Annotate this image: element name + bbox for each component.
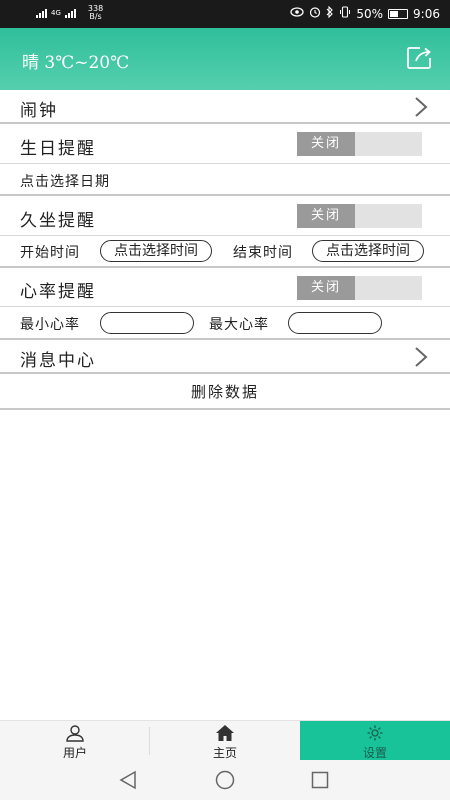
recents-icon[interactable] — [311, 770, 329, 790]
sedentary-toggle-label: 关闭 — [297, 204, 355, 228]
net-speed: 338 B/s — [88, 5, 103, 21]
status-right: 50% 9:06 — [290, 5, 440, 21]
battery-percent: 50% — [356, 6, 384, 21]
birthday-date-prompt: 点击选择日期 — [20, 174, 110, 190]
tab-settings[interactable]: 设置 — [300, 721, 450, 761]
tab-user-label: 用户 — [62, 746, 87, 760]
sedentary-title: 久坐提醒 — [20, 211, 96, 231]
back-icon[interactable] — [118, 770, 138, 790]
tab-home-label: 主页 — [212, 746, 237, 760]
share-icon[interactable] — [406, 46, 432, 70]
birthday-date-row[interactable]: 点击选择日期 — [0, 164, 450, 196]
delete-data-button[interactable]: 删除数据 — [0, 374, 450, 410]
weather-text: 晴 3℃~20℃ — [22, 53, 130, 73]
start-time-picker[interactable]: 点击选择时间 — [100, 240, 212, 262]
end-time-picker[interactable]: 点击选择时间 — [312, 240, 424, 262]
sedentary-time-row: 开始时间 点击选择时间 结束时间 点击选择时间 — [0, 236, 450, 268]
alarm-row[interactable]: 闹钟 — [0, 90, 450, 124]
net-speed-unit: B/s — [89, 12, 102, 21]
tab-settings-label: 设置 — [362, 746, 387, 760]
max-heart-rate-input[interactable] — [288, 312, 382, 334]
signal-icon — [36, 8, 47, 18]
app-header: 晴 3℃~20℃ — [0, 28, 450, 90]
status-bar: 4G 338 B/s 50% 9:06 — [0, 0, 450, 28]
sim-label: 4G — [51, 9, 61, 17]
eye-icon — [290, 7, 305, 20]
birthday-toggle-label: 关闭 — [297, 132, 355, 156]
alarm-clock-icon — [309, 6, 321, 21]
birthday-row: 生日提醒 关闭 — [0, 126, 450, 164]
vibrate-icon — [339, 6, 351, 21]
bluetooth-icon — [326, 5, 334, 21]
heart-rate-toggle[interactable]: 关闭 — [297, 276, 422, 300]
heart-rate-row: 心率提醒 关闭 — [0, 270, 450, 307]
status-left: 4G 338 B/s — [36, 5, 103, 21]
signal-icon-2 — [64, 8, 76, 18]
sedentary-toggle[interactable]: 关闭 — [297, 204, 422, 228]
chevron-right-icon — [415, 347, 428, 367]
min-heart-rate-label: 最小心率 — [20, 317, 80, 333]
gear-icon — [367, 725, 383, 741]
max-heart-rate-label: 最大心率 — [209, 317, 269, 333]
system-nav-bar — [0, 760, 450, 800]
message-center-title: 消息中心 — [20, 351, 96, 371]
end-time-label: 结束时间 — [233, 245, 293, 261]
bottom-tab-bar: 用户 主页 设置 — [0, 720, 450, 761]
heart-rate-title: 心率提醒 — [20, 282, 96, 302]
heart-rate-toggle-label: 关闭 — [297, 276, 355, 300]
sedentary-row: 久坐提醒 关闭 — [0, 198, 450, 236]
user-icon — [66, 725, 84, 742]
home-nav-icon[interactable] — [214, 770, 236, 790]
min-heart-rate-input[interactable] — [100, 312, 194, 334]
alarm-title: 闹钟 — [20, 101, 58, 121]
tab-divider — [149, 727, 150, 755]
birthday-toggle[interactable]: 关闭 — [297, 132, 422, 156]
chevron-right-icon — [415, 97, 428, 117]
tab-home[interactable]: 主页 — [150, 721, 300, 761]
message-center-row[interactable]: 消息中心 — [0, 340, 450, 374]
clock-time: 9:06 — [413, 6, 440, 21]
birthday-title: 生日提醒 — [20, 139, 96, 159]
tab-user[interactable]: 用户 — [0, 721, 150, 761]
heart-rate-range-row: 最小心率 最大心率 — [0, 307, 450, 340]
home-icon — [216, 725, 234, 741]
battery-icon — [388, 8, 409, 19]
start-time-label: 开始时间 — [20, 245, 80, 261]
